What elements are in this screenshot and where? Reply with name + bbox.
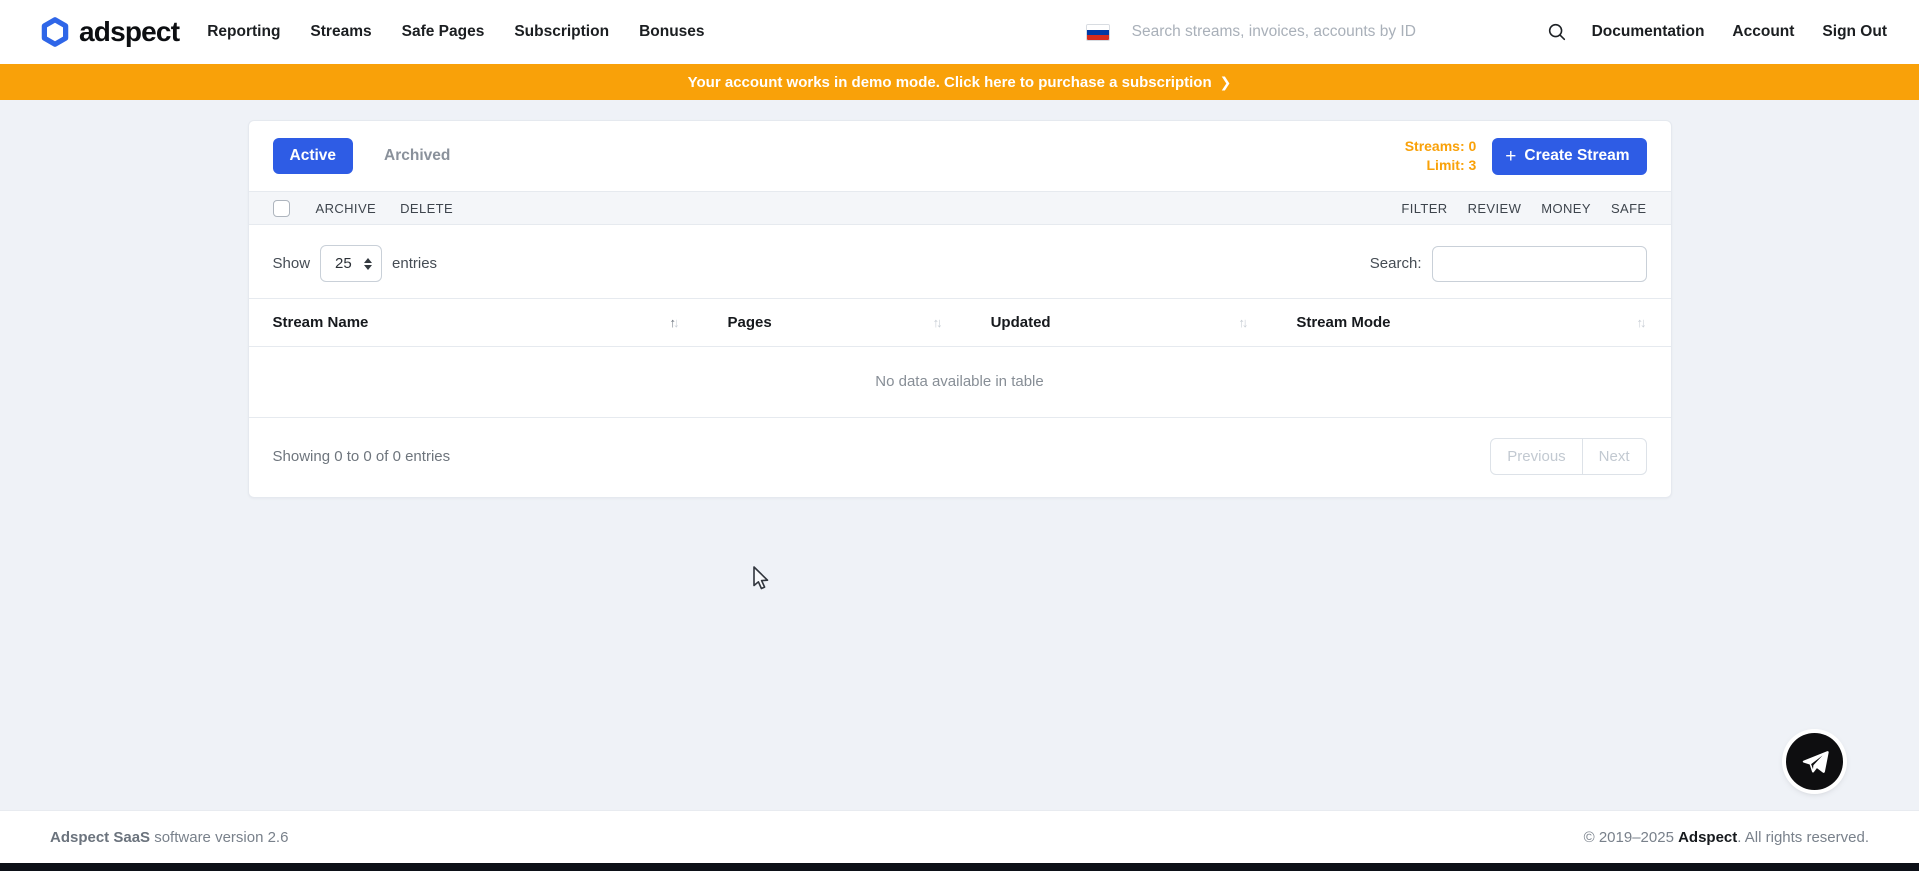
streams-count: Streams: 0: [1405, 137, 1477, 156]
bulk-actions-toolbar: ARCHIVE DELETE FILTER REVIEW MONEY SAFE: [249, 191, 1671, 225]
toggle-review[interactable]: REVIEW: [1468, 201, 1522, 216]
sort-icon: ↑↓: [1637, 315, 1647, 330]
entries-summary: Showing 0 to 0 of 0 entries: [273, 448, 451, 465]
select-all-checkbox[interactable]: [273, 200, 290, 217]
page-footer: Adspect SaaS software version 2.6 © 2019…: [0, 810, 1919, 863]
demo-banner-text: Your account works in demo mode. Click h…: [688, 74, 1212, 91]
nav-item-streams[interactable]: Streams: [310, 23, 371, 41]
bottom-dark-strip: [0, 863, 1919, 871]
adspect-logo[interactable]: adspect: [40, 16, 179, 48]
entries-label: entries: [392, 255, 437, 272]
streams-card: Active Archived Streams: 0 Limit: 3 + Cr…: [248, 120, 1672, 498]
previous-page-button[interactable]: Previous: [1490, 438, 1582, 475]
plus-icon: +: [1505, 147, 1516, 166]
footer-copyright: © 2019–2025 Adspect. All rights reserved…: [1584, 829, 1869, 846]
toggle-money[interactable]: MONEY: [1541, 201, 1591, 216]
nav-item-sign-out[interactable]: Sign Out: [1822, 23, 1887, 41]
pagination: Previous Next: [1490, 438, 1646, 475]
search-button[interactable]: [1540, 15, 1574, 49]
streams-limit: Limit: 3: [1405, 156, 1477, 175]
nav-item-account[interactable]: Account: [1732, 23, 1794, 41]
streams-card-header: Active Archived Streams: 0 Limit: 3 + Cr…: [249, 121, 1671, 191]
page-length-control: Show 25 entries: [273, 245, 438, 282]
streams-table: Stream Name ↑↓ Pages ↑↓ Updated ↑↓ Str: [249, 298, 1671, 418]
empty-row: No data available in table: [249, 347, 1671, 418]
sort-icon: ↑↓: [670, 315, 680, 330]
create-stream-button[interactable]: + Create Stream: [1492, 138, 1646, 175]
page-length-select[interactable]: 25: [320, 245, 382, 282]
footer-brand-name: Adspect: [1678, 829, 1737, 846]
nav-item-safe-pages[interactable]: Safe Pages: [402, 23, 485, 41]
main-content: Active Archived Streams: 0 Limit: 3 + Cr…: [0, 100, 1919, 810]
sort-icon: ↑↓: [933, 315, 943, 330]
nav-item-bonuses[interactable]: Bonuses: [639, 23, 704, 41]
table-footer: Showing 0 to 0 of 0 entries Previous Nex…: [249, 418, 1671, 497]
column-header-updated[interactable]: Updated ↑↓: [967, 299, 1273, 347]
chevron-right-icon: ❯: [1220, 74, 1232, 91]
brand-name: adspect: [79, 16, 179, 48]
column-toggles: FILTER REVIEW MONEY SAFE: [1401, 201, 1646, 216]
search-icon: [1546, 21, 1568, 43]
quota-info: Streams: 0 Limit: 3: [1405, 137, 1477, 175]
select-caret-icon: [364, 258, 372, 270]
secondary-nav: Documentation Account Sign Out: [1592, 23, 1887, 41]
column-header-stream-mode[interactable]: Stream Mode ↑↓: [1272, 299, 1670, 347]
tab-active[interactable]: Active: [273, 138, 354, 174]
sort-icon: ↑↓: [1238, 315, 1248, 330]
table-search-control: Search:: [1370, 246, 1647, 282]
show-label: Show: [273, 255, 311, 272]
footer-product-name: Adspect SaaS: [50, 829, 150, 846]
telegram-icon: [1800, 747, 1830, 777]
demo-mode-banner[interactable]: Your account works in demo mode. Click h…: [0, 64, 1919, 100]
column-header-stream-name[interactable]: Stream Name ↑↓: [249, 299, 704, 347]
delete-action[interactable]: DELETE: [400, 201, 453, 216]
empty-table-message: No data available in table: [249, 347, 1671, 418]
nav-item-subscription[interactable]: Subscription: [514, 23, 609, 41]
nav-item-reporting[interactable]: Reporting: [207, 23, 280, 41]
flag-stripe-red: [1087, 35, 1109, 40]
footer-version-text: Adspect SaaS software version 2.6: [50, 829, 288, 846]
adspect-app: adspect Reporting Streams Safe Pages Sub…: [0, 0, 1919, 871]
global-search-input[interactable]: [1132, 23, 1540, 41]
language-flag-russian[interactable]: [1086, 24, 1110, 41]
top-navbar: adspect Reporting Streams Safe Pages Sub…: [0, 0, 1919, 64]
page-length-value: 25: [335, 255, 352, 272]
hexagon-logo-icon: [40, 17, 70, 47]
telegram-chat-button[interactable]: [1786, 733, 1843, 790]
table-controls: Show 25 entries Search:: [249, 225, 1671, 298]
table-search-input[interactable]: [1432, 246, 1647, 282]
archive-action[interactable]: ARCHIVE: [316, 201, 377, 216]
tab-archived[interactable]: Archived: [367, 138, 467, 174]
bulk-actions: ARCHIVE DELETE: [316, 201, 454, 216]
primary-nav: Reporting Streams Safe Pages Subscriptio…: [207, 23, 704, 41]
next-page-button[interactable]: Next: [1582, 438, 1647, 475]
table-search-label: Search:: [1370, 255, 1422, 272]
create-stream-label: Create Stream: [1524, 147, 1629, 165]
nav-item-documentation[interactable]: Documentation: [1592, 23, 1705, 41]
table-header-row: Stream Name ↑↓ Pages ↑↓ Updated ↑↓ Str: [249, 299, 1671, 347]
column-header-pages[interactable]: Pages ↑↓: [704, 299, 967, 347]
toggle-filter[interactable]: FILTER: [1401, 201, 1447, 216]
toggle-safe[interactable]: SAFE: [1611, 201, 1647, 216]
